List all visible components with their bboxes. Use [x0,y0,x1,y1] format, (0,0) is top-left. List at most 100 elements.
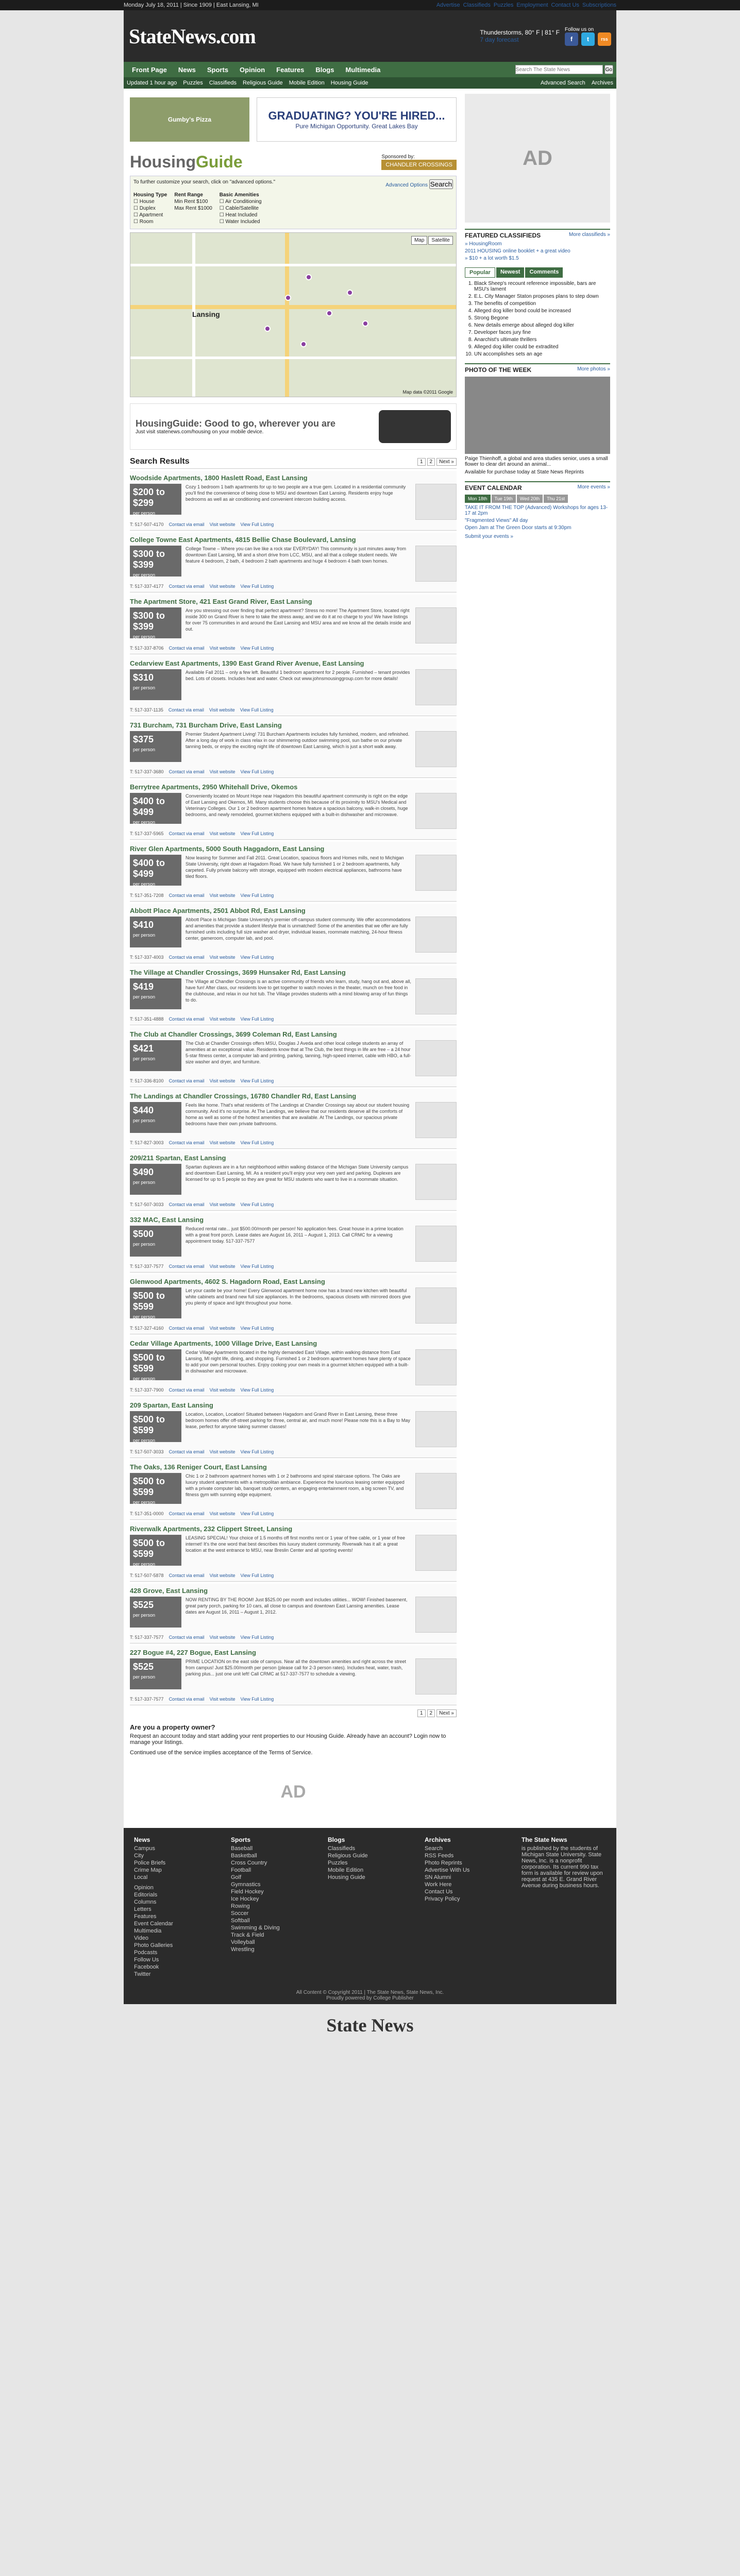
view-full-listing-link[interactable]: View Full Listing [240,1573,274,1578]
listing-title[interactable]: Berrytree Apartments, 2950 Whitehall Dri… [130,783,457,791]
listing-title[interactable]: Cedar Village Apartments, 1000 Village D… [130,1340,457,1347]
more-events-link[interactable]: More events » [578,484,610,492]
map-button[interactable]: Map [411,236,428,245]
footer-link[interactable]: Facebook [134,1964,218,1970]
classifieds-link[interactable]: Classifieds [463,2,491,8]
housing-map[interactable]: Lansing Map Satellite Map data ©2011 Goo… [130,232,457,397]
listing-title[interactable]: Riverwalk Apartments, 232 Clippert Stree… [130,1525,457,1533]
footer-link[interactable]: Twitter [134,1971,218,1977]
view-full-listing-link[interactable]: View Full Listing [240,1387,274,1393]
advanced-options-link[interactable]: Advanced Options [385,182,428,188]
visit-website-link[interactable]: Visit website [210,1264,236,1269]
visit-website-link[interactable]: Visit website [210,522,236,527]
listing-map-thumbnail[interactable] [415,1658,457,1694]
view-full-listing-link[interactable]: View Full Listing [240,1326,274,1331]
search-button[interactable]: Go [604,65,613,74]
footer-link[interactable]: Track & Field [231,1932,315,1938]
listing-map-thumbnail[interactable] [415,1535,457,1571]
visit-website-link[interactable]: Visit website [210,831,236,836]
contact-email-link[interactable]: Contact via email [169,1264,205,1269]
submit-events-link[interactable]: Submit your events » [465,534,513,539]
listing-title[interactable]: Abbott Place Apartments, 2501 Abbot Rd, … [130,907,457,914]
page-2[interactable]: 2 [427,457,435,466]
visit-website-link[interactable]: Visit website [210,1387,236,1393]
checkbox-room[interactable]: ☐ Room [133,219,167,225]
view-full-listing-link[interactable]: View Full Listing [240,707,274,713]
footer-link[interactable]: Campus [134,1845,218,1852]
checkbox-duplex[interactable]: ☐ Duplex [133,206,167,211]
next-page[interactable]: Next » [436,1709,457,1717]
listing-map-thumbnail[interactable] [415,1411,457,1447]
event-link[interactable]: TAKE IT FROM THE TOP (Advanced) Workshop… [465,505,608,516]
nav-sports[interactable]: Sports [202,63,233,77]
checkbox-house[interactable]: ☐ House [133,199,167,205]
listing-title[interactable]: College Towne East Apartments, 4815 Bell… [130,536,457,544]
contact-email-link[interactable]: Contact via email [169,1326,205,1331]
contact-email-link[interactable]: Contact via email [169,955,205,960]
footer-link[interactable]: Local [134,1874,218,1880]
twitter-icon[interactable]: t [581,32,595,46]
footer-link[interactable]: Football [231,1867,315,1873]
footer-link[interactable]: Soccer [231,1910,315,1917]
footer-link[interactable]: Features [134,1913,218,1920]
listing-map-thumbnail[interactable] [415,917,457,953]
footer-link[interactable]: Photo Galleries [134,1942,218,1948]
view-full-listing-link[interactable]: View Full Listing [240,1078,274,1083]
visit-website-link[interactable]: Visit website [210,1140,236,1145]
checkbox-cable[interactable]: ☐ Cable/Satellite [220,206,262,211]
visit-website-link[interactable]: Visit website [210,769,236,774]
contact-email-link[interactable]: Contact via email [169,831,205,836]
footer-link[interactable]: Advertise With Us [425,1867,509,1873]
visit-website-link[interactable]: Visit website [209,707,235,713]
footer-link[interactable]: Crime Map [134,1867,218,1873]
listing-map-thumbnail[interactable] [415,1597,457,1633]
listing-map-thumbnail[interactable] [415,1040,457,1076]
visit-website-link[interactable]: Visit website [210,1078,236,1083]
contact-email-link[interactable]: Contact via email [169,1635,205,1640]
footer-link[interactable]: SN Alumni [425,1874,509,1880]
listing-map-thumbnail[interactable] [415,546,457,582]
listing-map-thumbnail[interactable] [415,669,457,705]
contact-email-link[interactable]: Contact via email [169,1697,205,1702]
footer-link[interactable]: Housing Guide [328,1874,412,1880]
listing-title[interactable]: River Glen Apartments, 5000 South Haggad… [130,845,457,853]
footer-link[interactable]: Gymnastics [231,1882,315,1888]
hiring-ad[interactable]: GRADUATING? YOU'RE HIRED... Pure Michiga… [257,97,457,142]
nav-news[interactable]: News [173,63,201,77]
sidebar-ad[interactable]: AD [465,94,610,223]
tab-newest[interactable]: Newest [496,267,525,278]
subnav-puzzles[interactable]: Puzzles [183,80,203,86]
visit-website-link[interactable]: Visit website [210,584,236,589]
visit-website-link[interactable]: Visit website [210,1511,236,1516]
view-full-listing-link[interactable]: View Full Listing [240,1264,274,1269]
checkbox-heat[interactable]: ☐ Heat Included [220,212,262,218]
checkbox-apartment[interactable]: ☐ Apartment [133,212,167,218]
contact-email-link[interactable]: Contact via email [169,707,204,713]
listing-title[interactable]: The Club at Chandler Crossings, 3699 Col… [130,1030,457,1038]
footer-link[interactable]: Police Briefs [134,1860,218,1866]
subnav-housing-guide[interactable]: Housing Guide [331,80,368,86]
popular-story-link[interactable]: Alleged dog killer bond could be increas… [474,308,610,314]
footer-link[interactable]: Volleyball [231,1939,315,1945]
view-full-listing-link[interactable]: View Full Listing [240,1202,274,1207]
footer-link[interactable]: Work Here [425,1882,509,1888]
view-full-listing-link[interactable]: View Full Listing [240,584,274,589]
listing-map-thumbnail[interactable] [415,1102,457,1138]
footer-heading[interactable]: Archives [425,1836,509,1843]
map-pin[interactable] [306,274,312,280]
tab-popular[interactable]: Popular [465,267,495,278]
footer-link[interactable]: Editorials [134,1892,218,1898]
popular-story-link[interactable]: Black Sheep's recount reference impossib… [474,281,610,292]
contact-email-link[interactable]: Contact via email [169,522,205,527]
next-page[interactable]: Next » [436,457,457,466]
footer-link[interactable]: Puzzles [328,1860,412,1866]
listing-title[interactable]: Glenwood Apartments, 4602 S. Hagadorn Ro… [130,1278,457,1285]
footer-link[interactable]: Ice Hockey [231,1896,315,1902]
contact-email-link[interactable]: Contact via email [169,769,205,774]
nav-opinion[interactable]: Opinion [234,63,270,77]
view-full-listing-link[interactable]: View Full Listing [240,1449,274,1454]
filter-search-button[interactable]: Search [429,179,453,189]
footer-heading[interactable]: News [134,1836,218,1843]
visit-website-link[interactable]: Visit website [210,646,236,651]
more-photos-link[interactable]: More photos » [577,366,610,374]
